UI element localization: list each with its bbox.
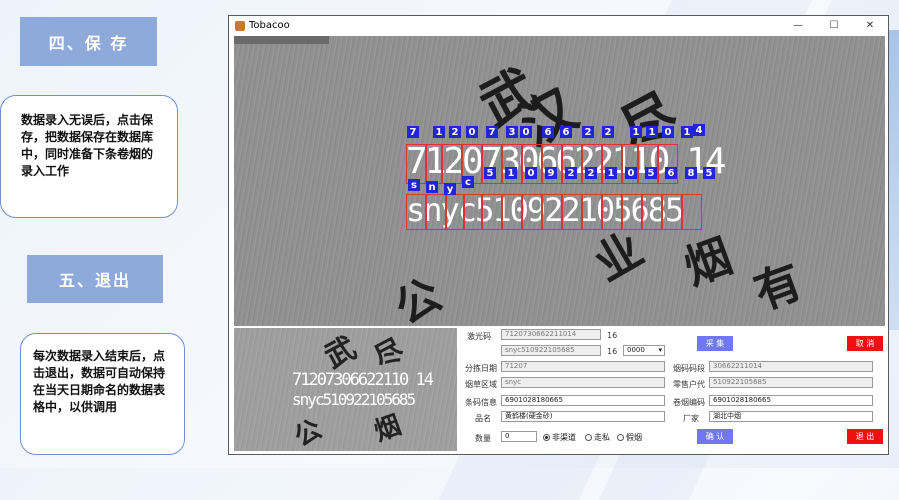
- detection-label: 9: [545, 167, 557, 179]
- note-exit: 每次数据录入结束后，点击退出，数据可自动保持在当天日期命名的数据表格中，以供调用: [20, 333, 185, 455]
- cork-text: 尽: [368, 332, 409, 375]
- radio-non-channel[interactable]: 非渠道: [543, 432, 576, 443]
- cig-id-label: 卷烟编码: [673, 398, 705, 407]
- detection-label: 1: [646, 126, 658, 138]
- detection-label: 0: [520, 126, 532, 138]
- detection-label: 6: [560, 126, 572, 138]
- radio-icon: [617, 434, 624, 441]
- laser-label: 激光码: [467, 332, 491, 341]
- detection-label: 2: [585, 167, 597, 179]
- detection-label: y: [444, 183, 456, 195]
- prefix-select[interactable]: 0000 ▾: [623, 345, 665, 356]
- detection-boxes-row1: [406, 144, 678, 184]
- thumb-laser-row1: 71207306622110 14: [292, 370, 434, 390]
- section-heading-save: 四、保 存: [20, 17, 157, 66]
- detection-boxes-row2: [406, 194, 702, 230]
- maximize-icon[interactable]: ☐: [816, 20, 852, 31]
- detection-label: 3: [506, 126, 518, 138]
- detection-label: 5: [645, 167, 657, 179]
- detection-label: 1: [433, 126, 445, 138]
- radio-smuggled[interactable]: 走私: [585, 432, 610, 443]
- thumb-laser-row2: snyc510922105685: [292, 390, 416, 409]
- collect-button[interactable]: 采 集: [697, 336, 733, 351]
- area-field[interactable]: snyc: [501, 377, 665, 388]
- detection-label: c: [462, 176, 474, 188]
- barcode-label: 条码信息: [465, 398, 497, 407]
- retailer-label: 零售户代: [673, 380, 705, 389]
- background-band: [889, 30, 899, 330]
- area-label: 烟草区域: [465, 380, 497, 389]
- radio-fake[interactable]: 假烟: [617, 432, 642, 443]
- detection-label: 8: [685, 167, 697, 179]
- detection-label: 6: [665, 167, 677, 179]
- detection-label: 0: [466, 126, 478, 138]
- detection-label: s: [408, 179, 420, 191]
- cig-code-field[interactable]: 30662211014: [709, 361, 873, 372]
- sort-date-label: 分拣日期: [465, 364, 497, 373]
- qty-label: 数量: [475, 434, 491, 443]
- detection-label: n: [426, 181, 438, 193]
- qty-field[interactable]: 0: [501, 431, 537, 442]
- detection-label: 5: [703, 167, 715, 179]
- detection-label: 1: [505, 167, 517, 179]
- cancel-button[interactable]: 取 消: [847, 336, 883, 351]
- laser-count-2: 16: [607, 347, 618, 356]
- detection-label: 6: [542, 126, 554, 138]
- thumbnail-image: 武 尽 公 烟 71207306622110 14 snyc5109221056…: [234, 328, 457, 451]
- detection-label: 4: [693, 124, 705, 136]
- cig-code-label: 烟码码段: [673, 364, 705, 373]
- close-icon[interactable]: ✕: [852, 20, 888, 31]
- cork-text: 公: [386, 268, 451, 326]
- confirm-button[interactable]: 确 认: [697, 429, 733, 444]
- radio-icon: [585, 434, 592, 441]
- sort-date-field[interactable]: 71207: [501, 361, 665, 372]
- laser-count-1: 16: [607, 331, 618, 340]
- detection-label: 2: [565, 167, 577, 179]
- maker-field[interactable]: 湖北中烟: [709, 411, 873, 422]
- minimize-icon[interactable]: —: [780, 20, 816, 31]
- detection-label: 5: [484, 167, 496, 179]
- retailer-field[interactable]: 510922105685: [709, 377, 873, 388]
- entry-form: 激光码 7120730662211014 16 snyc510922105685…: [461, 328, 885, 451]
- section-heading-exit: 五、退出: [27, 255, 163, 303]
- radio-icon: [543, 434, 550, 441]
- detection-label: 1: [681, 126, 693, 138]
- cork-text: 公: [289, 414, 328, 451]
- detection-label: 0: [525, 167, 537, 179]
- detection-label: 0: [662, 126, 674, 138]
- barcode-field[interactable]: 6901028180665: [501, 395, 665, 406]
- cork-text: 烟: [677, 228, 739, 296]
- note-save: 数据录入无误后，点击保存，把数据保存在数据库中，同时准备下条卷烟的录入工作: [0, 95, 178, 218]
- app-icon: [235, 20, 245, 31]
- product-label: 品名: [475, 414, 491, 423]
- maker-label: 厂家: [683, 414, 699, 423]
- exit-button[interactable]: 退 出: [847, 429, 883, 444]
- detection-label: 7: [486, 126, 498, 138]
- camera-image: 武 汉 尽 业 烟 有 公 71207306622110 14 snyc5109…: [234, 36, 885, 326]
- window-title: Tobacoo: [249, 20, 290, 31]
- detection-label: 0: [625, 167, 637, 179]
- detection-label: 2: [582, 126, 594, 138]
- cork-text: 有: [747, 253, 809, 321]
- detection-label: 1: [605, 167, 617, 179]
- chevron-down-icon: ▾: [658, 346, 662, 354]
- detection-label: 1: [630, 126, 642, 138]
- detection-label: 2: [602, 126, 614, 138]
- title-bar: Tobacoo — ☐ ✕: [229, 16, 888, 35]
- cig-id-field[interactable]: 6901028180665: [709, 395, 873, 406]
- progress-strip: [234, 36, 329, 44]
- detection-label: 7: [407, 126, 419, 138]
- cork-text: 烟: [370, 410, 406, 448]
- app-window: Tobacoo — ☐ ✕ 武 汉 尽 业 烟 有 公 712073066221…: [228, 15, 889, 455]
- laser-code-field-1[interactable]: 7120730662211014: [501, 329, 601, 340]
- laser-code-field-2[interactable]: snyc510922105685: [501, 345, 601, 356]
- detection-label: 2: [449, 126, 461, 138]
- product-field[interactable]: 黄鹤楼(硬金砂): [501, 411, 665, 422]
